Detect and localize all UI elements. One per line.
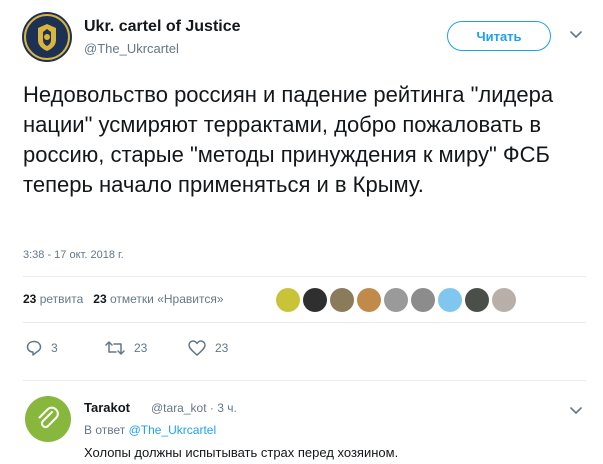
- reply-author-name[interactable]: Tarakot: [84, 400, 130, 415]
- retweets-label: ретвита: [39, 292, 84, 306]
- liker-avatar[interactable]: [492, 288, 516, 312]
- chevron-down-icon[interactable]: [568, 26, 584, 42]
- author-name[interactable]: Ukr. cartel of Justice: [84, 18, 241, 36]
- reply-author-avatar[interactable]: [25, 396, 71, 442]
- author-handle[interactable]: @The_Ukrcartel: [84, 41, 179, 56]
- retweets-stat[interactable]: 23 ретвита: [23, 292, 87, 306]
- like-action[interactable]: 23: [187, 339, 228, 357]
- liker-avatar[interactable]: [438, 288, 462, 312]
- retweet-action[interactable]: 23: [104, 339, 147, 357]
- liker-avatar[interactable]: [465, 288, 489, 312]
- tweet-timestamp[interactable]: 3:38 - 17 окт. 2018 г.: [23, 249, 124, 261]
- likes-stat[interactable]: 23 отметки «Нравится»: [93, 292, 223, 306]
- reply-time[interactable]: 3 ч.: [217, 401, 237, 415]
- reply-author-handle[interactable]: @tara_kot: [151, 401, 207, 415]
- in-reply-prefix: В ответ: [84, 423, 126, 437]
- heart-icon: [188, 340, 206, 356]
- liker-avatar[interactable]: [384, 288, 408, 312]
- reply-icon: [26, 340, 42, 356]
- tweet-stats: 23 ретвита 23 отметки «Нравится»: [23, 292, 224, 306]
- reply-meta: @tara_kot · 3 ч.: [151, 401, 237, 415]
- liker-avatar[interactable]: [357, 288, 381, 312]
- liker-avatar[interactable]: [411, 288, 435, 312]
- likes-label: отметки «Нравится»: [109, 292, 224, 306]
- reply-text: Холопы должны испытывать страх перед хоз…: [84, 445, 399, 460]
- divider: [23, 276, 586, 277]
- reply-separator: ·: [209, 401, 214, 415]
- in-reply-handle-link[interactable]: @The_Ukrcartel: [129, 423, 217, 437]
- divider: [23, 380, 586, 381]
- tweet-text: Недовольство россиян и падение рейтинга …: [23, 82, 554, 197]
- liker-avatar[interactable]: [330, 288, 354, 312]
- divider: [23, 322, 586, 323]
- reply-count: 3: [51, 341, 58, 355]
- likes-count: 23: [93, 292, 107, 306]
- paperclip-icon: [38, 406, 59, 429]
- retweets-count: 23: [23, 292, 37, 306]
- likers-avatars: [276, 288, 516, 312]
- liker-avatar[interactable]: [303, 288, 327, 312]
- liker-avatar[interactable]: [276, 288, 300, 312]
- emblem-icon: [24, 14, 70, 60]
- reply-action[interactable]: 3: [25, 339, 58, 357]
- like-count: 23: [215, 341, 229, 355]
- retweet-count: 23: [134, 341, 148, 355]
- retweet-icon: [105, 341, 125, 355]
- in-reply-to: В ответ @The_Ukrcartel: [84, 423, 216, 437]
- chevron-down-icon[interactable]: [568, 402, 584, 418]
- follow-button[interactable]: Читать: [447, 21, 551, 51]
- author-avatar[interactable]: [22, 12, 72, 62]
